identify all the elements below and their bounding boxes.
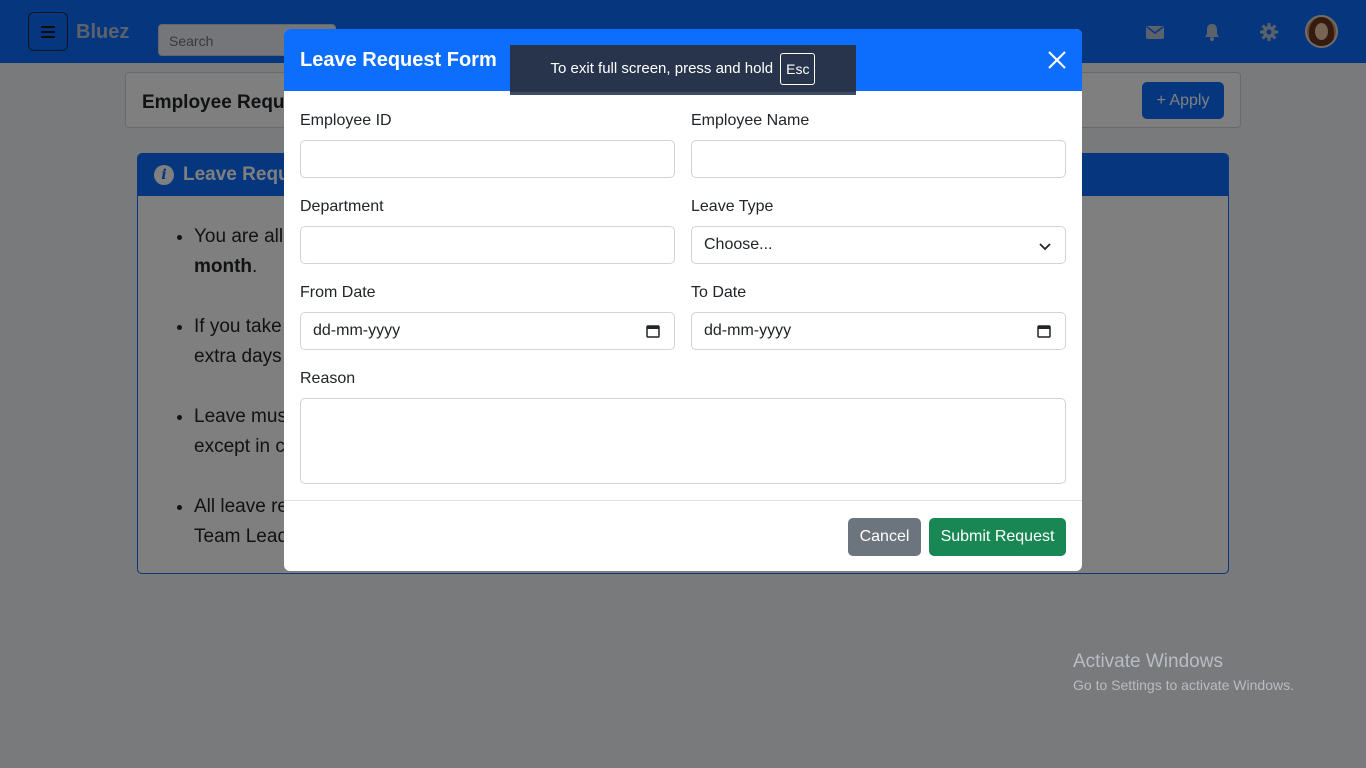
fullscreen-exit-notice: To exit full screen, press and hold Esc xyxy=(510,45,856,95)
windows-activation-watermark: Activate Windows Go to Settings to activ… xyxy=(1073,651,1294,693)
cancel-button[interactable]: Cancel xyxy=(848,518,921,556)
leave-type-select[interactable]: Choose... xyxy=(691,226,1066,264)
close-icon[interactable] xyxy=(1047,50,1067,70)
submit-request-button[interactable]: Submit Request xyxy=(929,518,1066,556)
modal-footer: Cancel Submit Request xyxy=(284,500,1082,571)
employee-id-label: Employee ID xyxy=(300,112,392,129)
leave-type-label: Leave Type xyxy=(691,198,774,215)
watermark-title: Activate Windows xyxy=(1073,651,1223,672)
leave-type-value: Choose... xyxy=(704,236,773,253)
department-input[interactable] xyxy=(300,226,675,264)
chevron-down-icon xyxy=(1039,243,1051,251)
from-date-input[interactable]: dd-mm-yyyy xyxy=(300,312,675,350)
to-date-input[interactable]: dd-mm-yyyy xyxy=(691,312,1066,350)
modal-title: Leave Request Form xyxy=(300,49,497,71)
department-label: Department xyxy=(300,198,384,215)
leave-request-modal: Leave Request Form Employee ID Employee … xyxy=(284,29,1082,571)
reason-label: Reason xyxy=(300,370,356,387)
reason-textarea[interactable] xyxy=(300,398,1066,484)
from-date-label: From Date xyxy=(300,284,376,301)
calendar-icon[interactable] xyxy=(646,324,660,338)
to-date-value: dd-mm-yyyy xyxy=(704,322,792,339)
employee-name-input[interactable] xyxy=(691,140,1066,178)
fullscreen-notice-text: To exit full screen, press and hold xyxy=(550,60,774,77)
employee-id-input[interactable] xyxy=(300,140,675,178)
esc-key-badge: Esc xyxy=(780,52,816,85)
from-date-value: dd-mm-yyyy xyxy=(313,322,401,339)
watermark-subtitle: Go to Settings to activate Windows. xyxy=(1073,677,1294,693)
to-date-label: To Date xyxy=(691,284,747,301)
employee-name-label: Employee Name xyxy=(691,112,810,129)
calendar-icon[interactable] xyxy=(1037,324,1051,338)
